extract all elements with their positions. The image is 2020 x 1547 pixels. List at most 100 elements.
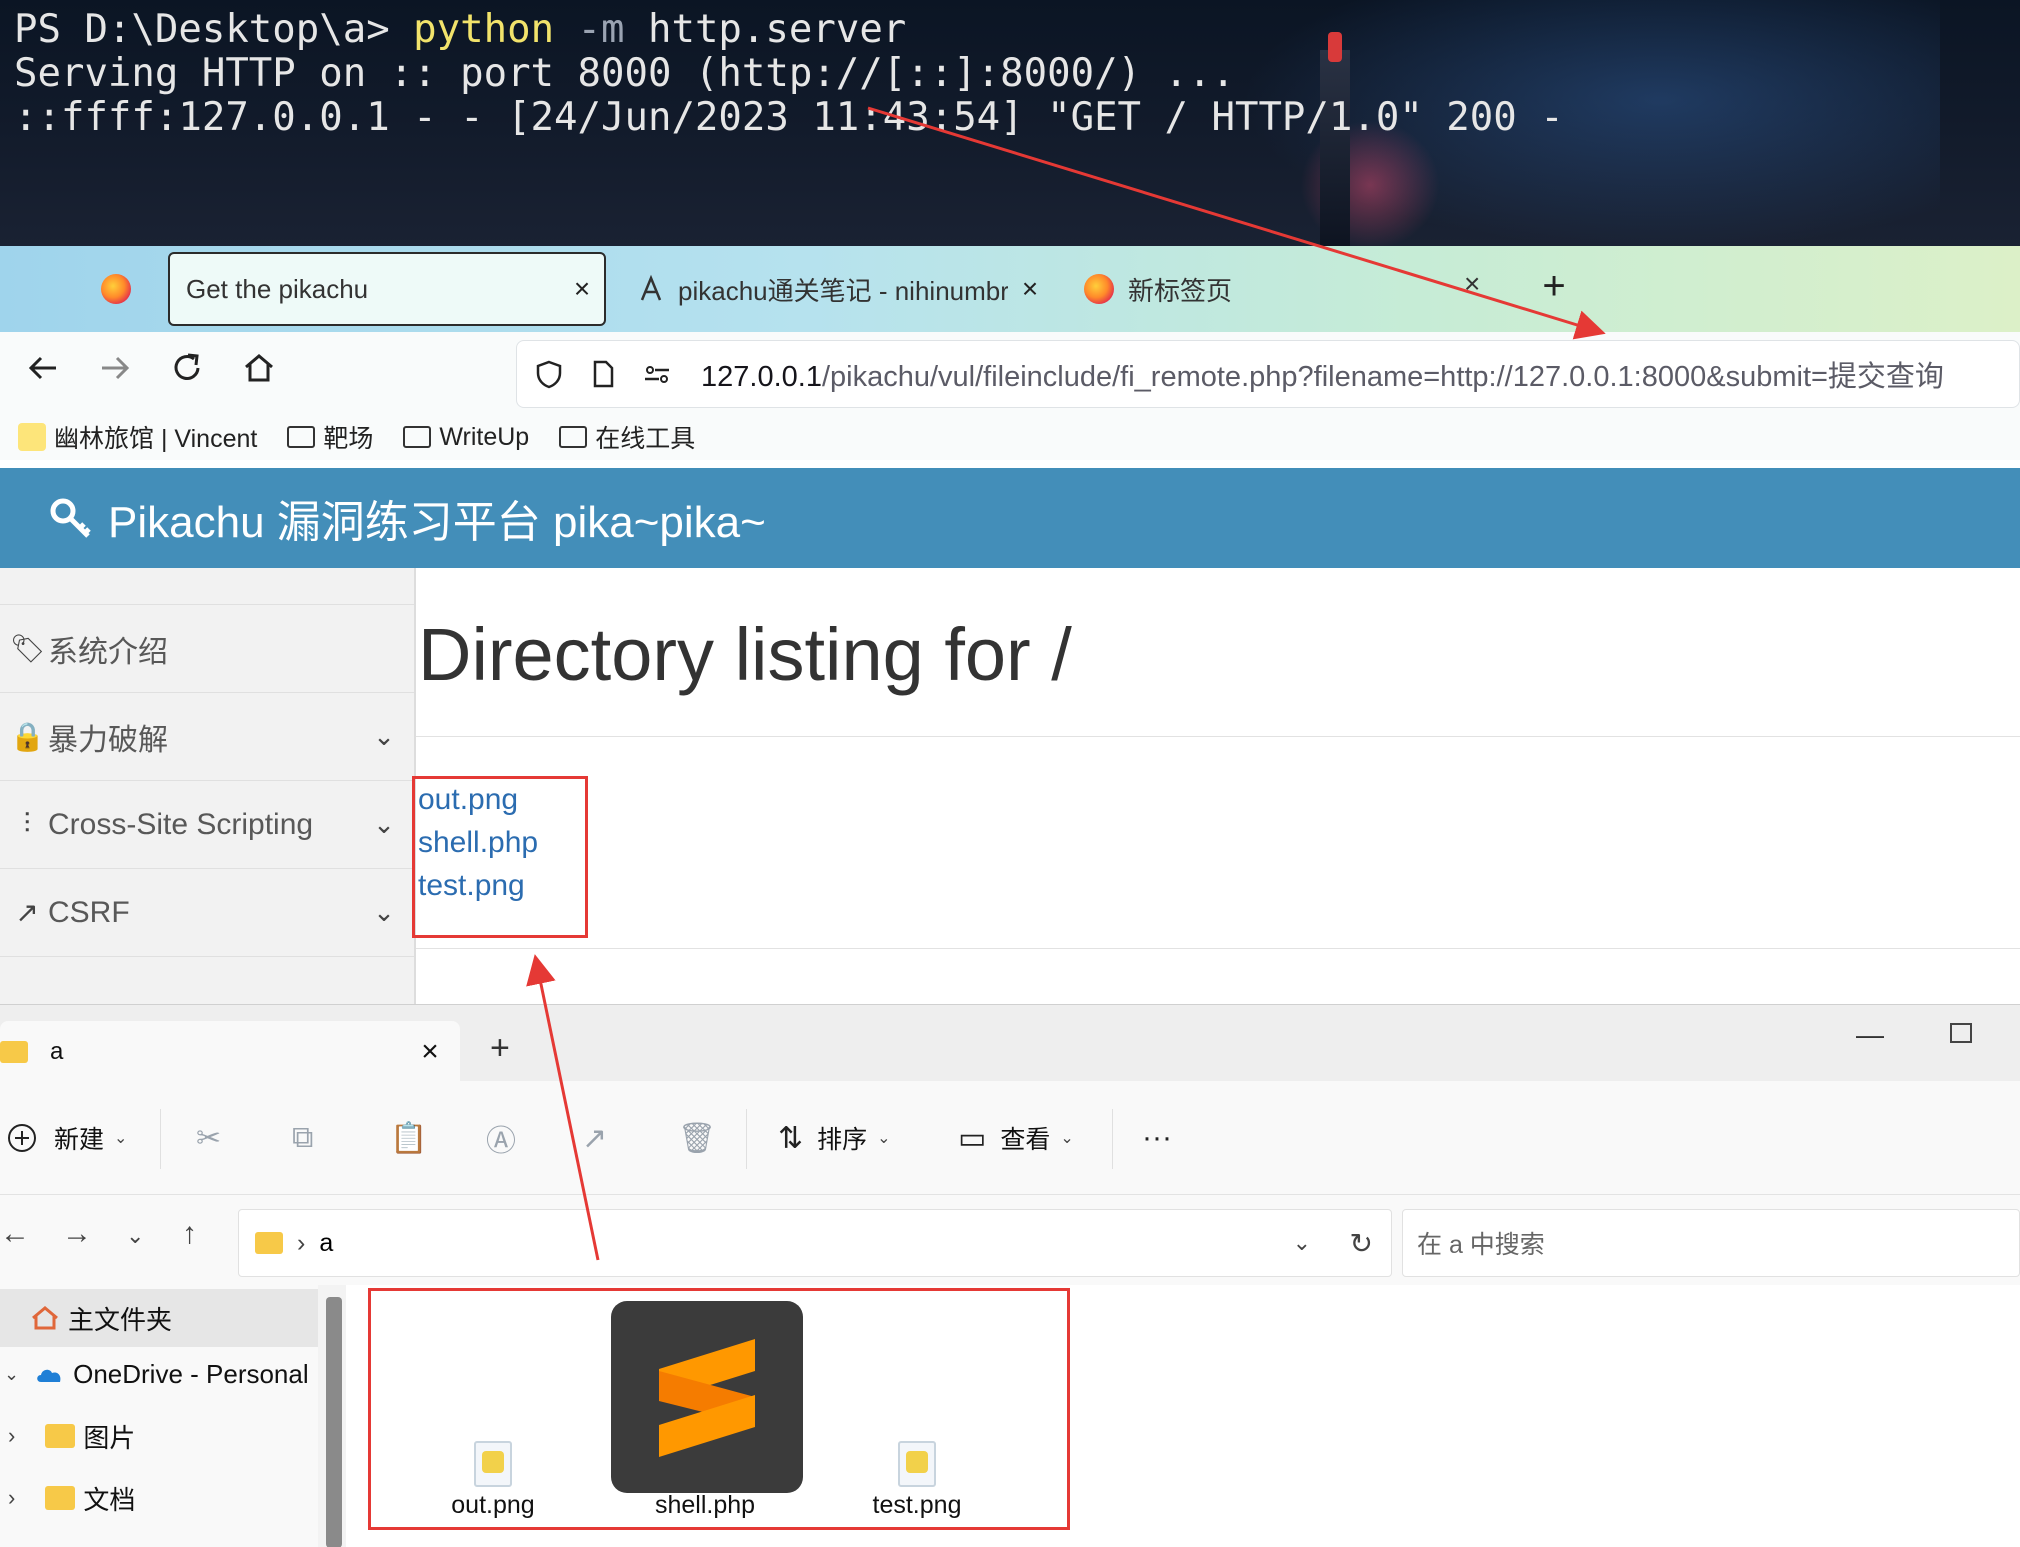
list-icon: ⫶ — [23, 808, 31, 839]
page-icon[interactable] — [581, 352, 625, 396]
minimize-button[interactable]: — — [1856, 1019, 1884, 1051]
forward-button[interactable] — [90, 348, 140, 398]
nav-item-onedrive[interactable]: ⌄ OneDrive - Personal — [0, 1345, 309, 1403]
view-button[interactable]: ▭ 查看 ⌄ — [958, 1111, 1074, 1165]
address-bar[interactable]: 127.0.0.1/pikachu/vul/fileinclude/fi_rem… — [516, 340, 2020, 408]
sidebar-item-intro[interactable]: 🏷 系统介绍 — [0, 604, 414, 692]
terminal-args: http.server — [624, 7, 907, 52]
explorer-address-row: ← → ⌄ ↑ › a ⌄ ↻ 在 a 中搜索 — [0, 1195, 2020, 1285]
delete-button[interactable]: 🗑 — [678, 1111, 716, 1165]
plus-circle-icon — [8, 1124, 36, 1152]
view-label: 查看 — [1000, 1126, 1051, 1154]
folder-icon — [255, 1232, 283, 1254]
sidebar-item-label: 暴力破解 — [48, 723, 168, 757]
scrollbar[interactable] — [326, 1297, 342, 1547]
search-input[interactable]: 在 a 中搜索 — [1402, 1209, 2020, 1277]
nav-item-documents[interactable]: › 文档 — [0, 1469, 135, 1527]
new-tab-button[interactable]: + — [490, 1029, 510, 1068]
folder-icon — [0, 1041, 28, 1063]
terminal-prompt: PS D:\Desktop\a> — [14, 7, 414, 52]
chevron-down-icon: ⌄ — [373, 897, 395, 927]
sidebar-item-xss[interactable]: ⫶ Cross-Site Scripting ⌄ — [0, 780, 414, 868]
highlight-box-explorer-files — [368, 1288, 1070, 1530]
highlight-box-directory-list — [412, 776, 588, 938]
tab-title: 新标签页 — [1128, 275, 1233, 306]
firefox-icon — [1084, 274, 1114, 304]
tab-close-icon[interactable]: × — [560, 273, 604, 305]
bookmark-folder-range[interactable]: 靶场 — [287, 419, 373, 455]
pikachu-main: Directory listing for / out.png shell.ph… — [416, 568, 2020, 1004]
new-button[interactable]: 新建 ⌄ — [6, 1111, 127, 1165]
tab-title: Get the pikachu — [186, 273, 369, 304]
pikachu-sidebar: 🏷 系统介绍 🔒 暴力破解 ⌄ ⫶ Cross-Site Scripting ⌄… — [0, 568, 416, 1004]
rename-button[interactable]: Ⓐ — [486, 1111, 516, 1165]
scissors-icon: ✂ — [196, 1121, 222, 1155]
sort-button[interactable]: ⇅ 排序 ⌄ — [778, 1111, 891, 1165]
sidebar-item-label: Cross-Site Scripting — [48, 807, 314, 841]
site-logo-icon — [640, 274, 662, 301]
bookmark-label: 在线工具 — [595, 425, 696, 453]
chevron-down-icon: ⌄ — [373, 809, 395, 839]
terminal-flag: -m — [554, 7, 625, 52]
path-segment[interactable]: a — [319, 1229, 333, 1258]
forward-arrow-icon[interactable]: → — [62, 1217, 92, 1251]
bookmarks-toolbar: 幽林旅馆 | Vincent 靶场 WriteUp 在线工具 — [0, 414, 2020, 460]
permissions-icon[interactable] — [635, 352, 679, 396]
folder-icon — [559, 426, 588, 448]
tab-new-tab[interactable]: 新标签页 — [1084, 252, 1464, 326]
lock-icon: 🔒 — [10, 721, 45, 752]
nav-item-home[interactable]: 主文件夹 — [0, 1289, 318, 1347]
tab-pikachu-notes[interactable]: pikachu通关笔记 - nihinumbra × — [636, 252, 1056, 326]
close-icon[interactable]: × — [400, 1035, 460, 1069]
more-button[interactable]: ··· — [1142, 1111, 1172, 1165]
nav-item-label: 图片 — [83, 1422, 136, 1453]
chevron-right-icon: › — [297, 1228, 306, 1257]
terminal-line-2: Serving HTTP on :: port 8000 (http://[::… — [14, 51, 1235, 96]
new-tab-button[interactable]: + — [1532, 264, 1576, 308]
arrow-left-icon — [28, 356, 56, 380]
explorer-tab-a[interactable]: a × — [0, 1021, 460, 1083]
bookmark-folder-tools[interactable]: 在线工具 — [559, 419, 695, 455]
back-arrow-icon[interactable]: ← — [0, 1217, 30, 1251]
reload-button[interactable] — [162, 348, 212, 398]
home-button[interactable] — [234, 348, 284, 398]
maximize-button[interactable] — [1950, 1023, 1972, 1043]
share-button[interactable]: ↗ — [582, 1111, 607, 1165]
refresh-icon[interactable]: ↻ — [1350, 1227, 1373, 1260]
tab-close-icon[interactable]: × — [1008, 273, 1052, 305]
copy-button[interactable]: ⧉ — [292, 1111, 313, 1165]
sidebar-item-next[interactable] — [0, 956, 414, 1004]
reload-icon — [174, 353, 200, 380]
back-button[interactable] — [18, 348, 68, 398]
sidebar-item-csrf[interactable]: ↗ CSRF ⌄ — [0, 868, 414, 956]
path-bar[interactable]: › a ⌄ ↻ — [238, 1209, 1392, 1277]
arrow-right-icon — [102, 356, 130, 380]
trash-icon: 🗑 — [678, 1121, 717, 1155]
share-icon: ↗ — [15, 897, 39, 928]
divider — [416, 736, 2020, 737]
bookmark-label: 幽林旅馆 | Vincent — [54, 425, 258, 453]
recent-chevron-icon[interactable]: ⌄ — [126, 1223, 144, 1249]
bookmark-vincent[interactable]: 幽林旅馆 | Vincent — [18, 419, 257, 455]
rename-icon: Ⓐ — [486, 1125, 516, 1158]
header-title[interactable]: Pikachu 漏洞练习平台 pika~pika~ — [108, 486, 766, 550]
cut-button[interactable]: ✂ — [196, 1111, 221, 1165]
folder-icon — [403, 426, 432, 448]
sidebar-item-bruteforce[interactable]: 🔒 暴力破解 ⌄ — [0, 692, 414, 780]
tab-get-the-pikachu[interactable]: Get the pikachu × — [168, 252, 606, 326]
chevron-right-icon: › — [8, 1485, 16, 1510]
up-arrow-icon[interactable]: ↑ — [182, 1217, 197, 1251]
chevron-down-icon[interactable]: ⌄ — [1293, 1230, 1311, 1256]
paste-button[interactable]: 📋 — [390, 1111, 427, 1165]
copy-icon: ⧉ — [292, 1121, 314, 1154]
terminal-line-3: ::ffff:127.0.0.1 - - [24/Jun/2023 11:43:… — [14, 95, 1564, 140]
nav-item-pictures[interactable]: › 图片 — [0, 1407, 135, 1465]
more-icon: ··· — [1142, 1121, 1172, 1154]
divider — [1112, 1109, 1113, 1169]
tab-strip: Get the pikachu × pikachu通关笔记 - nihinumb… — [0, 246, 2020, 332]
sidebar-item-label: 系统介绍 — [48, 635, 168, 669]
close-icon[interactable]: × — [1464, 268, 1480, 300]
bookmark-folder-writeup[interactable]: WriteUp — [403, 423, 529, 452]
firefox-view-tab[interactable] — [96, 252, 136, 326]
shield-icon[interactable] — [527, 352, 571, 396]
